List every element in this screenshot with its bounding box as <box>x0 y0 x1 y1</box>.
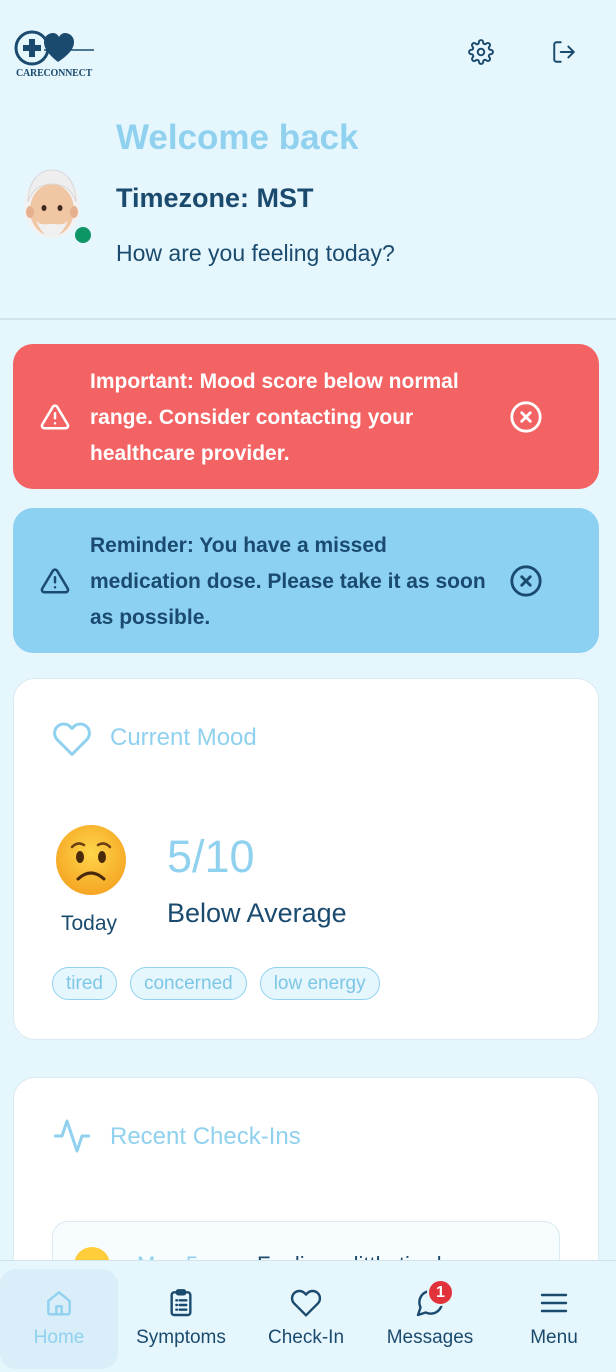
nav-messages[interactable]: 1 Messages <box>374 1269 486 1369</box>
mood-description: Below Average <box>167 898 347 928</box>
mood-tag: tired <box>52 967 117 1000</box>
logout-icon <box>553 41 575 63</box>
warning-icon <box>40 568 70 594</box>
nav-symptoms[interactable]: Symptoms <box>124 1269 238 1369</box>
settings-gear-icon <box>468 39 494 65</box>
alert-message: Reminder: You have a missed medication d… <box>90 534 486 629</box>
mood-tag: low energy <box>259 967 380 1000</box>
nav-menu[interactable]: Menu <box>498 1269 610 1369</box>
card-title: Recent Check-Ins <box>110 1123 301 1150</box>
activity-pulse-icon <box>53 1119 91 1153</box>
mood-day-label: Today <box>61 912 118 935</box>
nav-check-in[interactable]: Check-In <box>250 1269 362 1369</box>
nav-label: Check-In <box>267 1327 345 1348</box>
heart-icon <box>53 722 91 756</box>
logo-text: CARECONNECT <box>16 68 93 79</box>
nav-label: Symptoms <box>136 1327 226 1348</box>
close-circle-icon[interactable] <box>509 400 543 434</box>
current-mood-card: Current Mood Today 5/10 Below Average ti… <box>13 678 599 1040</box>
mood-tags: tired concerned low energy <box>52 967 380 1000</box>
timezone-label: Timezone: MST <box>116 183 314 213</box>
hamburger-menu-icon <box>540 1293 568 1313</box>
heart-icon <box>290 1289 322 1317</box>
bottom-navigation: Home Symptoms Check-In 1 Messages Menu <box>0 1260 616 1372</box>
feeling-prompt: How are you feeling today? <box>116 240 395 266</box>
warning-icon <box>40 404 70 430</box>
worried-face-emoji <box>56 825 126 895</box>
alert-message: Important: Mood score below normal range… <box>90 370 459 465</box>
reminder-alert: Reminder: You have a missed medication d… <box>13 508 599 653</box>
nav-home[interactable]: Home <box>0 1269 118 1369</box>
online-status-indicator <box>72 224 94 246</box>
card-title: Current Mood <box>110 724 257 751</box>
mood-score: 5/10 <box>167 831 255 882</box>
unread-badge: 1 <box>427 1279 454 1306</box>
clipboard-icon <box>170 1289 192 1317</box>
logout-button[interactable] <box>546 34 582 70</box>
nav-label: Menu <box>530 1327 578 1348</box>
nav-label: Messages <box>386 1327 474 1348</box>
welcome-heading: Welcome back <box>116 118 359 157</box>
settings-button[interactable] <box>463 34 499 70</box>
mood-tag: concerned <box>129 967 247 1000</box>
close-circle-icon[interactable] <box>509 564 543 598</box>
nav-label: Home <box>33 1327 85 1348</box>
important-alert: Important: Mood score below normal range… <box>13 344 599 489</box>
app-header: CARECONNECT Welcome back Timezone: MST H… <box>0 0 616 320</box>
home-icon <box>47 1291 71 1316</box>
